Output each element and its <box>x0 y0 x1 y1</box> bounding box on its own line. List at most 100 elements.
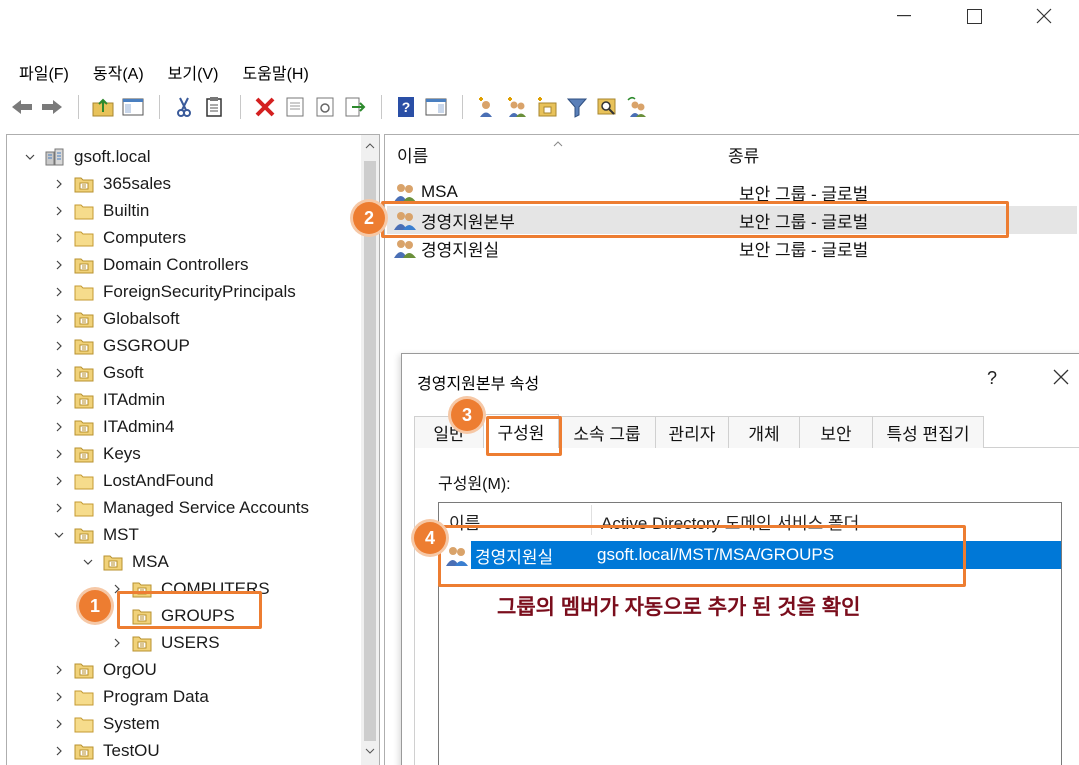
chevron-right-icon[interactable] <box>52 717 66 731</box>
scroll-up-arrow[interactable] <box>361 135 379 157</box>
menu-help[interactable]: 도움말(H) <box>235 58 315 86</box>
ou-folder-icon <box>74 339 94 354</box>
tree-item-mst[interactable]: MST <box>52 521 139 548</box>
group-icon <box>394 240 416 258</box>
tree-item-365sales[interactable]: 365sales <box>52 170 171 197</box>
tab-member-of[interactable]: 소속 그룹 <box>558 416 656 448</box>
domain-icon <box>45 148 64 165</box>
chevron-right-icon[interactable] <box>52 366 66 380</box>
dialog-close-button[interactable] <box>1052 368 1070 391</box>
forward-button[interactable] <box>38 93 66 121</box>
chevron-right-icon[interactable] <box>52 744 66 758</box>
back-button[interactable] <box>8 93 36 121</box>
tree-item-orgou[interactable]: OrgOU <box>52 656 157 683</box>
chevron-right-icon[interactable] <box>52 312 66 326</box>
forward-arrow-icon <box>42 100 62 114</box>
copy-button[interactable] <box>200 93 228 121</box>
toolbar-separator <box>78 95 79 119</box>
menu-action[interactable]: 동작(A) <box>86 58 151 86</box>
filter-button[interactable] <box>563 93 591 121</box>
chevron-up-icon <box>365 143 375 149</box>
tree-item-gsoft[interactable]: Gsoft <box>52 359 144 386</box>
dialog-help-button[interactable]: ? <box>987 368 997 389</box>
chevron-right-icon[interactable] <box>52 177 66 191</box>
chevron-right-icon[interactable] <box>52 501 66 515</box>
tab-managed-by[interactable]: 관리자 <box>655 416 729 448</box>
close-button[interactable] <box>1009 0 1079 32</box>
refresh-button[interactable] <box>311 93 339 121</box>
delete-button[interactable] <box>251 93 279 121</box>
folder-icon <box>74 690 94 705</box>
list-item[interactable]: 경영지원실 보안 그룹 - 글로벌 <box>387 234 1077 262</box>
add-to-group-button[interactable] <box>623 93 651 121</box>
show-hide-tree-button[interactable] <box>119 93 147 121</box>
tree-item-msa[interactable]: MSA <box>81 548 169 575</box>
chevron-right-icon[interactable] <box>110 636 124 650</box>
tree-item-label: USERS <box>161 632 220 652</box>
action-pane-icon <box>425 98 447 116</box>
chevron-right-icon[interactable] <box>52 231 66 245</box>
tree-root-domain[interactable]: gsoft.local <box>23 143 151 170</box>
tab-attribute-editor[interactable]: 특성 편집기 <box>872 416 984 448</box>
tree-item-testou[interactable]: TestOU <box>52 737 160 764</box>
column-header-name[interactable]: 이름 <box>397 135 428 173</box>
tab-object[interactable]: 개체 <box>728 416 800 448</box>
tree-item-lostandfound[interactable]: LostAndFound <box>52 467 214 494</box>
tab-security[interactable]: 보안 <box>799 416 873 448</box>
tree-item-builtin[interactable]: Builtin <box>52 197 149 224</box>
ou-folder-icon <box>74 447 94 462</box>
ou-folder-icon <box>74 312 94 327</box>
maximize-button[interactable] <box>939 0 1009 32</box>
toolbar-separator <box>381 95 382 119</box>
new-ou-button[interactable] <box>533 93 561 121</box>
tree-item-program-data[interactable]: Program Data <box>52 683 209 710</box>
chevron-down-icon[interactable] <box>52 528 66 542</box>
column-header-type[interactable]: 종류 <box>728 135 759 173</box>
chevron-right-icon[interactable] <box>52 285 66 299</box>
chevron-right-icon[interactable] <box>52 204 66 218</box>
tree-scrollbar-thumb[interactable] <box>364 161 376 741</box>
ou-folder-icon <box>103 555 123 570</box>
folder-up-icon <box>92 98 114 117</box>
export-icon <box>345 97 366 117</box>
tree-item-gsgroup[interactable]: GSGROUP <box>52 332 190 359</box>
tree-item-managed-service-accounts[interactable]: Managed Service Accounts <box>52 494 309 521</box>
close-icon <box>1036 8 1052 24</box>
menu-view[interactable]: 보기(V) <box>161 58 226 86</box>
new-user-button[interactable] <box>473 93 501 121</box>
chevron-right-icon[interactable] <box>52 474 66 488</box>
scroll-down-arrow[interactable] <box>361 740 379 762</box>
new-group-button[interactable] <box>503 93 531 121</box>
tree-item-computers[interactable]: Computers <box>52 224 186 251</box>
tree-item-label: Globalsoft <box>103 308 180 328</box>
step-badge-4: 4 <box>414 522 446 554</box>
chevron-right-icon[interactable] <box>52 339 66 353</box>
up-level-button[interactable] <box>89 93 117 121</box>
cut-button[interactable] <box>170 93 198 121</box>
tree-item-domain-controllers[interactable]: Domain Controllers <box>52 251 249 278</box>
tree-item-globalsoft[interactable]: Globalsoft <box>52 305 180 332</box>
tree-item-system[interactable]: System <box>52 710 160 737</box>
chevron-right-icon[interactable] <box>52 447 66 461</box>
minimize-button[interactable] <box>869 0 939 32</box>
folder-icon <box>74 231 94 246</box>
chevron-right-icon[interactable] <box>52 420 66 434</box>
export-list-button[interactable] <box>341 93 369 121</box>
chevron-right-icon[interactable] <box>52 258 66 272</box>
tree-item-keys[interactable]: Keys <box>52 440 141 467</box>
find-button[interactable] <box>593 93 621 121</box>
tree-item-itadmin4[interactable]: ITAdmin4 <box>52 413 175 440</box>
chevron-right-icon[interactable] <box>52 663 66 677</box>
chevron-down-icon[interactable] <box>23 150 37 164</box>
properties-button[interactable] <box>281 93 309 121</box>
tree-item-itadmin[interactable]: ITAdmin <box>52 386 165 413</box>
tree-item-foreignsecurityprincipals[interactable]: ForeignSecurityPrincipals <box>52 278 296 305</box>
chevron-down-icon[interactable] <box>81 555 95 569</box>
tree-item-users[interactable]: USERS <box>110 629 220 656</box>
chevron-right-icon[interactable] <box>52 690 66 704</box>
chevron-right-icon[interactable] <box>52 393 66 407</box>
help-button[interactable]: ? <box>392 93 420 121</box>
show-action-pane-button[interactable] <box>422 93 450 121</box>
tree-item-label: Gsoft <box>103 362 144 382</box>
menu-file[interactable]: 파일(F) <box>12 58 76 86</box>
